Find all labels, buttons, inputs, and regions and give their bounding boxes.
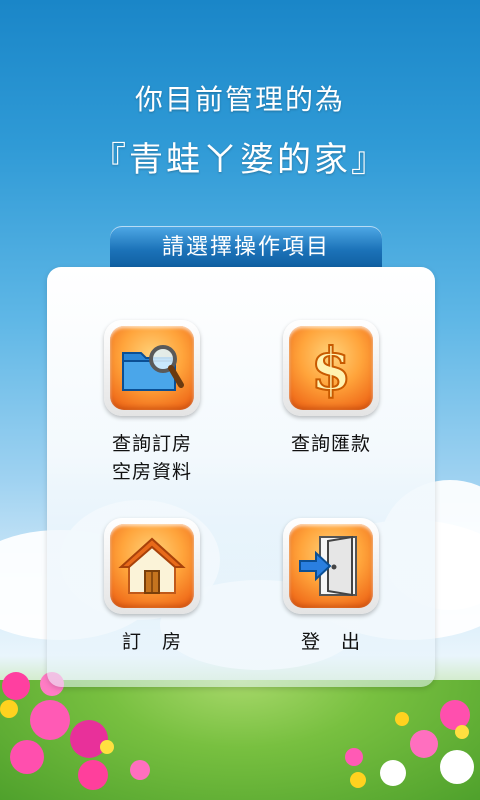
- dollar-icon: $: [310, 334, 352, 403]
- query-rooms-button[interactable]: 查詢訂房 空房資料: [62, 320, 242, 486]
- logout-label: 登 出: [300, 631, 361, 653]
- query-rooms-label: 查詢訂房 空房資料: [111, 433, 192, 483]
- query-payment-label: 查詢匯款: [290, 433, 371, 455]
- query-payment-icon-frame[interactable]: $: [283, 320, 379, 416]
- section-title-tab: 請選擇操作項目: [110, 226, 382, 270]
- header-store-name: 『青蛙ㄚ婆的家』: [92, 140, 388, 180]
- logout-button[interactable]: 登 出: [241, 518, 421, 656]
- exit-door-icon: [299, 535, 357, 597]
- book-room-icon-frame[interactable]: [104, 518, 200, 614]
- house-icon: [118, 537, 186, 594]
- header: 你目前管理的為 『青蛙ㄚ婆的家』: [0, 78, 480, 181]
- header-caption: 你目前管理的為: [134, 83, 345, 116]
- folder-search-icon: [122, 345, 184, 391]
- book-room-label: 訂 房: [121, 631, 182, 653]
- book-room-button[interactable]: 訂 房: [62, 518, 242, 656]
- svg-text:$: $: [311, 335, 351, 403]
- query-rooms-icon-frame[interactable]: [104, 320, 200, 416]
- query-payment-button[interactable]: $ 查詢匯款: [241, 320, 421, 458]
- logout-icon-frame[interactable]: [283, 518, 379, 614]
